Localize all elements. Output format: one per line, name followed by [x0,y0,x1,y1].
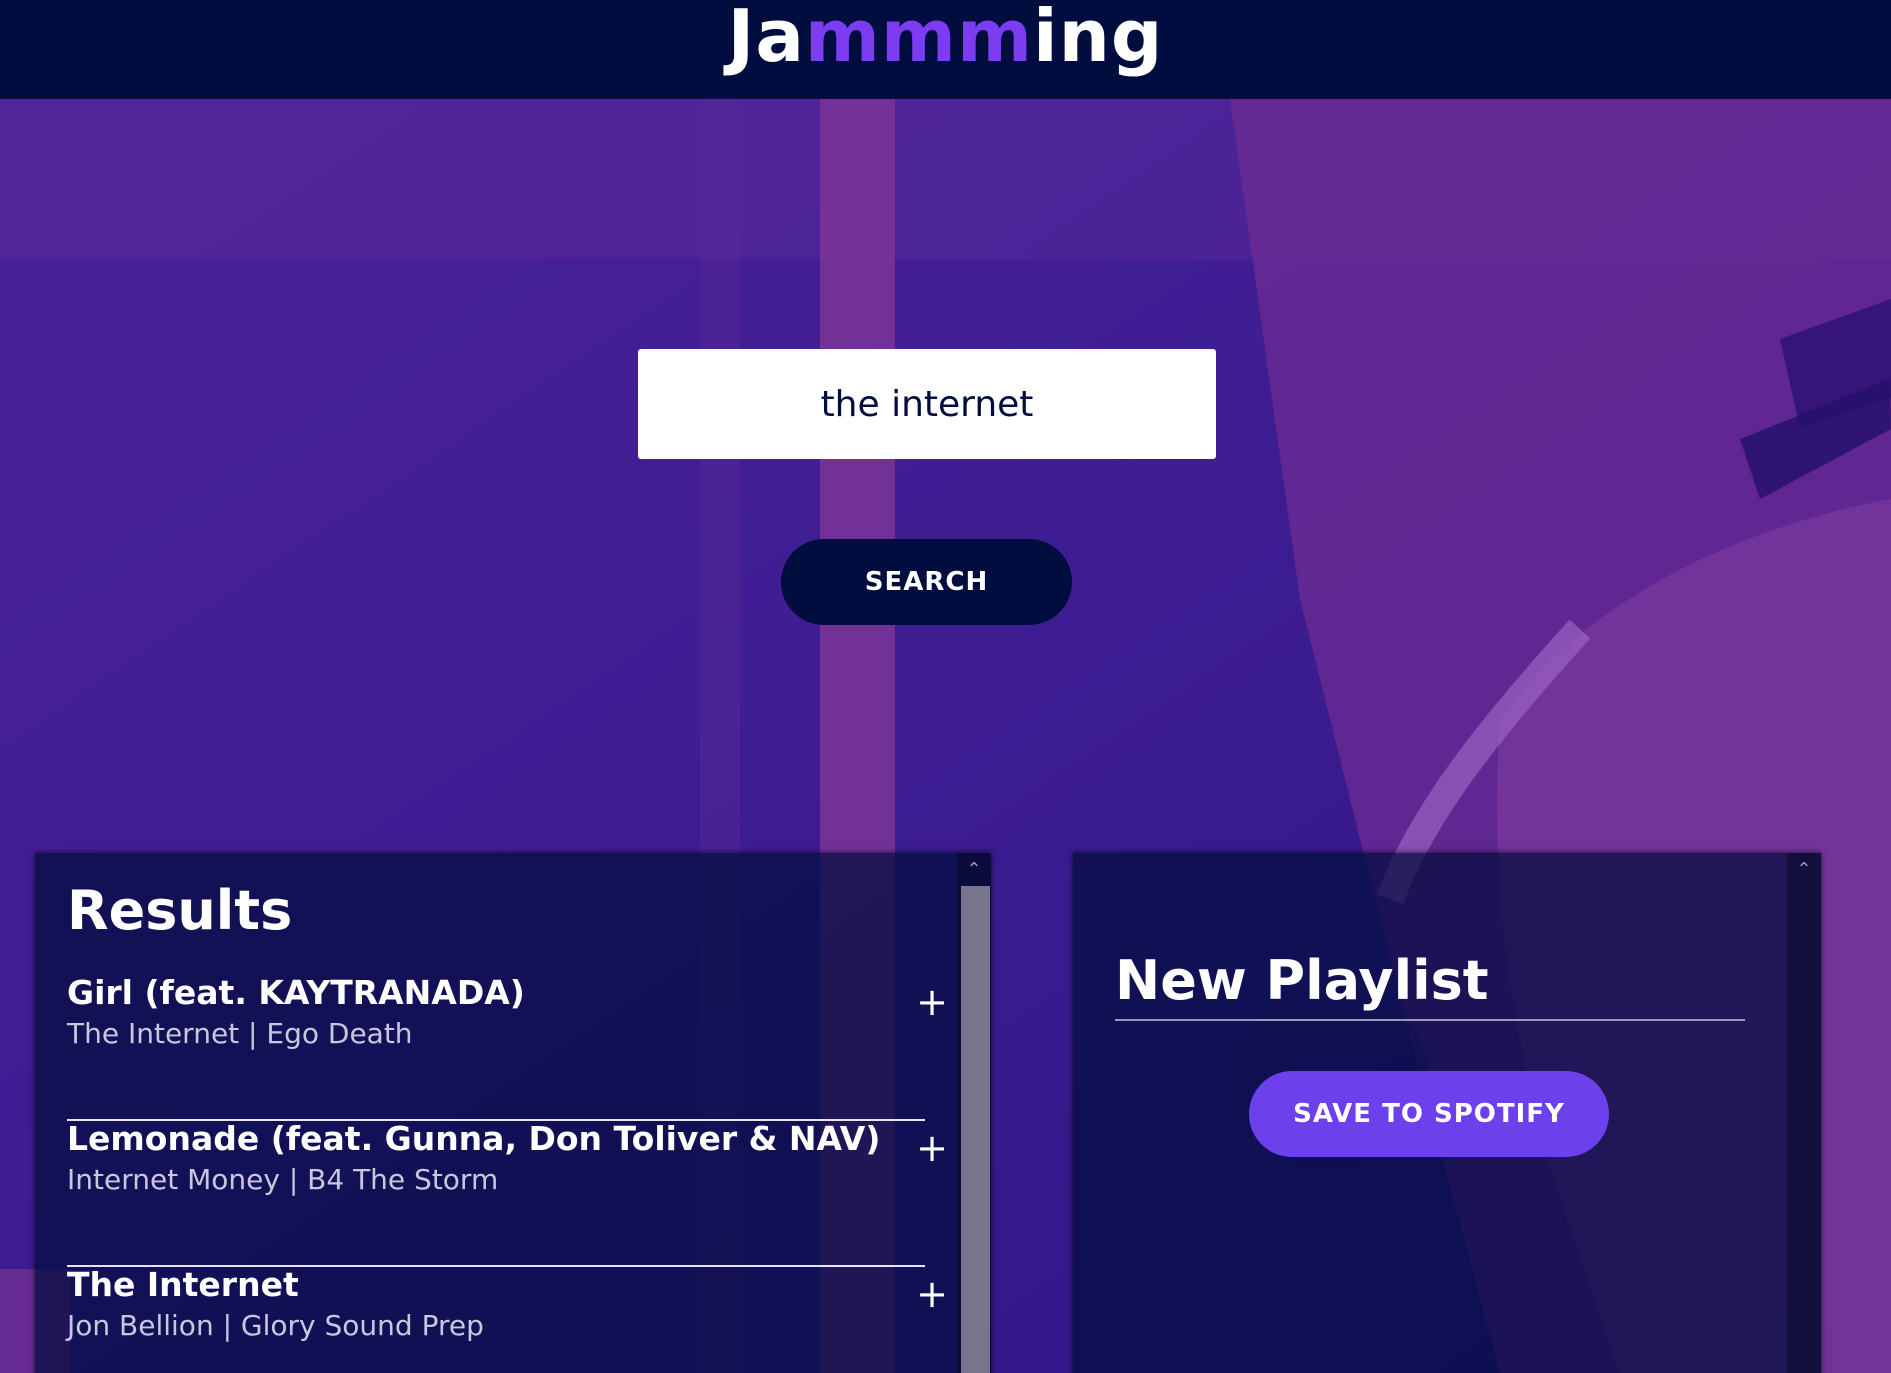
app-logo: Jammming [0,0,1891,80]
jammming-app: Jammming SEARCH Results Girl (feat. KAYT… [0,0,1891,1373]
search-input[interactable] [638,349,1216,459]
results-panel: Results Girl (feat. KAYTRANADA) The Inte… [35,853,991,1373]
playlist-name-input[interactable] [1115,941,1745,1021]
track-name: Lemonade (feat. Gunna, Don Toliver & NAV… [67,1119,881,1158]
scroll-up-icon[interactable]: ⌃ [957,859,991,881]
track-name: Girl (feat. KAYTRANADA) [67,973,525,1012]
add-track-button[interactable]: + [912,977,952,1027]
logo-prefix: Ja [727,0,805,78]
add-track-button[interactable]: + [912,1123,952,1173]
app-header: Jammming [0,0,1891,99]
scroll-thumb[interactable] [961,886,990,1373]
track-row: The Internet Jon Bellion | Glory Sound P… [67,1265,948,1373]
track-artist-album: Internet Money | B4 The Storm [67,1163,499,1196]
playlist-scrollbar[interactable]: ⌃ [1787,853,1821,1373]
results-scrollbar[interactable]: ⌃ [957,853,991,1373]
track-artist-album: The Internet | Ego Death [67,1017,413,1050]
track-row: Lemonade (feat. Gunna, Don Toliver & NAV… [67,1119,948,1267]
save-to-spotify-button[interactable]: SAVE TO SPOTIFY [1249,1071,1609,1157]
results-title: Results [67,879,293,942]
playlist-panel: SAVE TO SPOTIFY ⌃ [1073,853,1821,1373]
track-row: Girl (feat. KAYTRANADA) The Internet | E… [67,973,948,1121]
logo-suffix: ing [1032,0,1164,78]
search-button[interactable]: SEARCH [781,539,1072,625]
add-track-button[interactable]: + [912,1269,952,1319]
logo-accent: mmm [804,0,1033,78]
track-name: The Internet [67,1265,299,1304]
track-artist-album: Jon Bellion | Glory Sound Prep [67,1309,484,1342]
scroll-up-icon[interactable]: ⌃ [1787,859,1821,881]
